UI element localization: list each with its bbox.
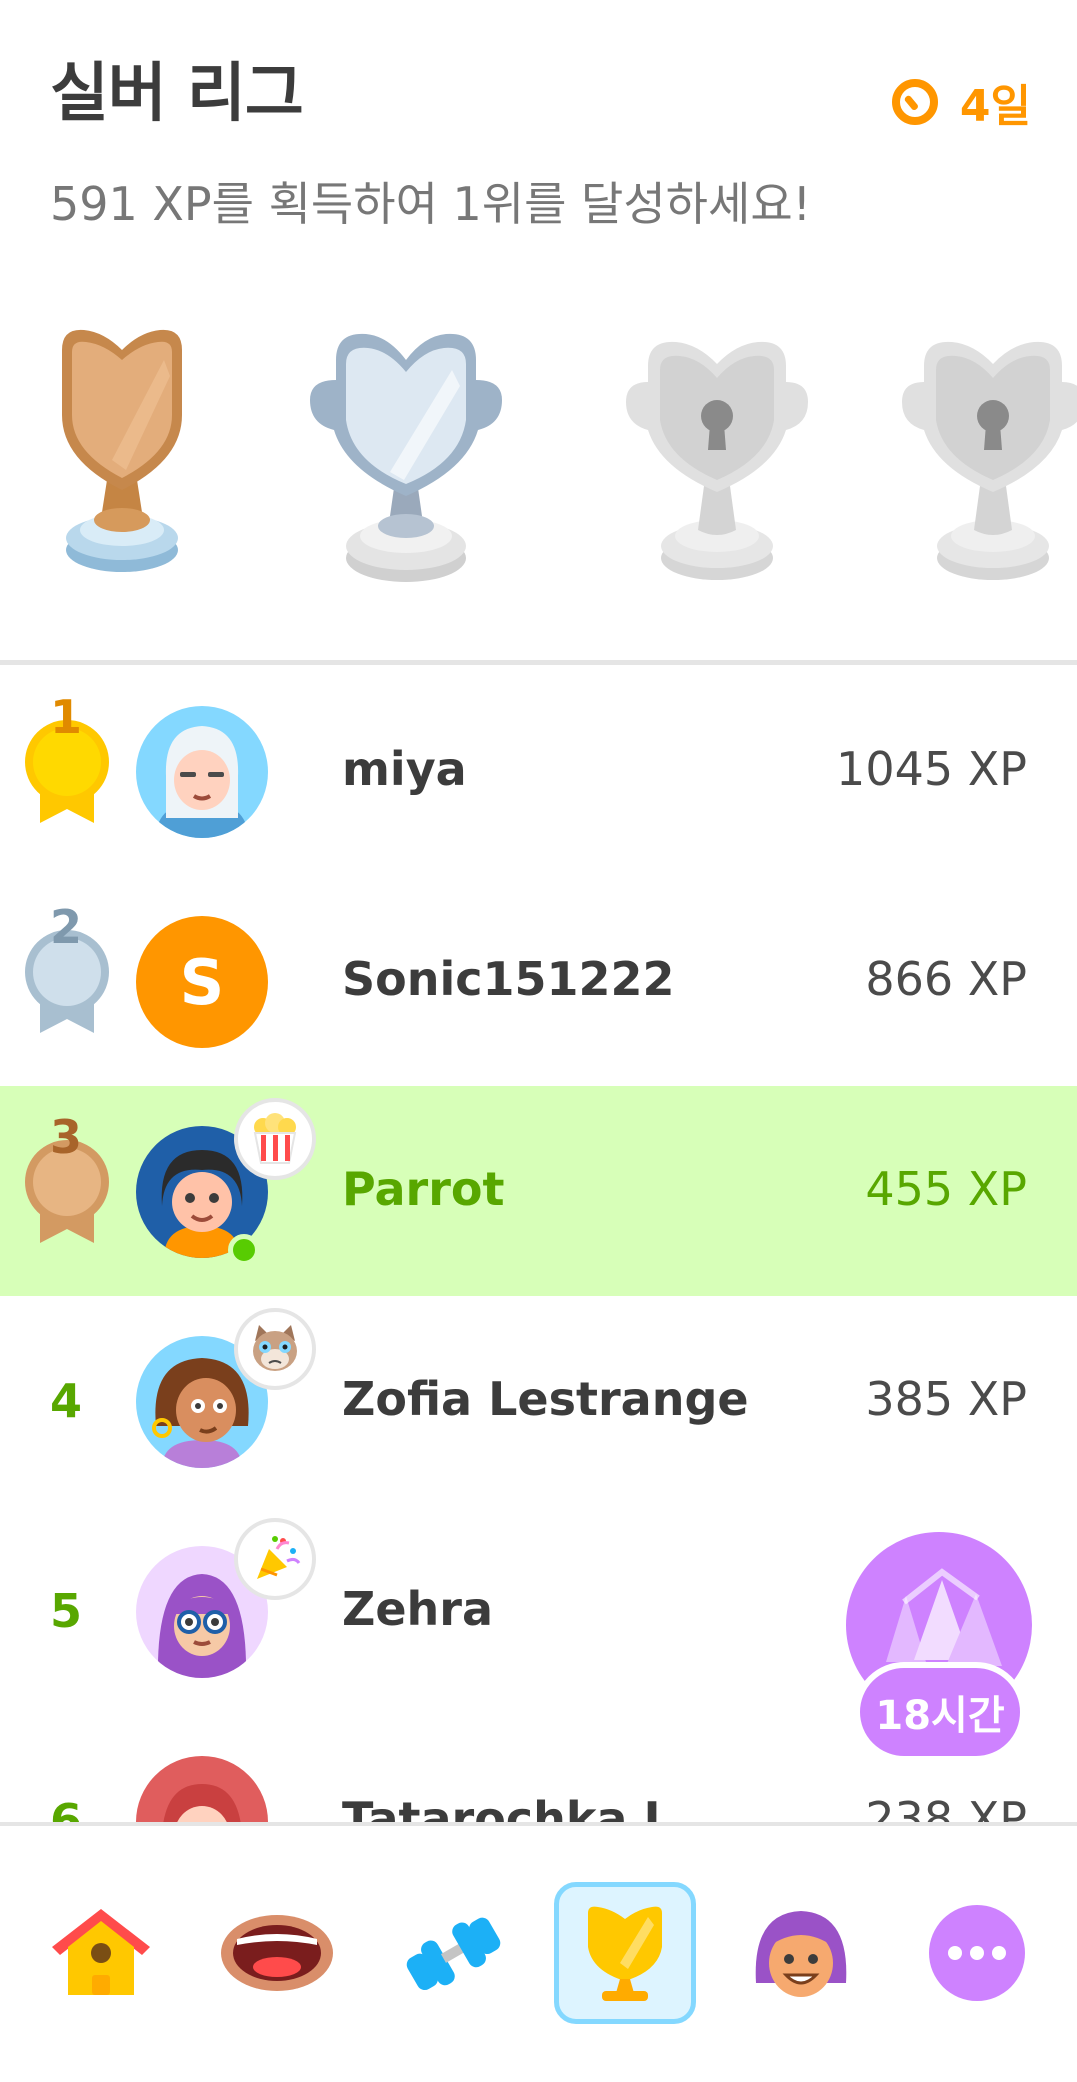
user-avatar-icon bbox=[136, 706, 268, 838]
locked-trophy-icon bbox=[626, 341, 808, 580]
nav-speaking-button[interactable] bbox=[206, 1882, 348, 2024]
rank-number: 6 bbox=[49, 1794, 82, 1822]
user-xp: 238 XP bbox=[865, 1792, 1027, 1822]
leaderboard-row-current-user[interactable]: 3 Parrot 455 XP bbox=[0, 1086, 1077, 1296]
user-xp: 866 XP bbox=[865, 952, 1027, 1006]
leaderboard-row[interactable]: 2 S Sonic151222 866 XP bbox=[0, 876, 1077, 1086]
rank-number: 5 bbox=[49, 1584, 82, 1638]
status-bubble bbox=[234, 1518, 316, 1600]
more-icon bbox=[929, 1905, 1025, 2001]
online-status-dot bbox=[228, 1234, 260, 1266]
bottom-navigation bbox=[0, 1826, 1077, 2082]
leaderboard-row[interactable]: 1 miya 1045 XP bbox=[0, 666, 1077, 876]
timer-icon bbox=[891, 79, 938, 125]
league-subtitle: 591 XP를 획득하여 1위를 달성하세요! bbox=[50, 177, 812, 231]
user-name: Tatarochka L bbox=[342, 1792, 673, 1822]
silver-trophy-icon[interactable] bbox=[306, 320, 506, 590]
timer-label: 4일 bbox=[959, 81, 1031, 132]
league-header: 실버 리그 4일 591 XP를 획득하여 1위를 달성하세요! bbox=[0, 0, 1077, 250]
rank-number: 4 bbox=[49, 1374, 82, 1428]
rank-number: 3 bbox=[49, 1110, 82, 1164]
avatar[interactable]: S bbox=[136, 916, 268, 1048]
nav-practice-button[interactable] bbox=[382, 1882, 524, 2024]
avatar[interactable] bbox=[136, 706, 268, 838]
user-xp: 1045 XP bbox=[836, 742, 1027, 796]
user-name: Zofia Lestrange bbox=[342, 1372, 749, 1426]
boost-timer-label: 18시간 bbox=[854, 1662, 1026, 1762]
user-xp: 385 XP bbox=[865, 1372, 1027, 1426]
league-title: 실버 리그 bbox=[50, 57, 304, 131]
rank-number: 2 bbox=[49, 900, 82, 954]
status-bubble bbox=[234, 1308, 316, 1390]
nav-leaderboard-button[interactable] bbox=[554, 1882, 696, 2024]
user-avatar-icon bbox=[136, 1756, 268, 1822]
user-name: Zehra bbox=[342, 1582, 494, 1636]
league-trophies bbox=[0, 300, 1077, 600]
bronze-trophy-icon[interactable] bbox=[52, 320, 192, 580]
user-xp: 455 XP bbox=[865, 1162, 1027, 1216]
avatar[interactable] bbox=[136, 1756, 268, 1822]
league-timer: 4일 bbox=[891, 70, 1031, 134]
practice-icon bbox=[406, 1917, 501, 1991]
user-name: miya bbox=[342, 742, 467, 796]
popcorn-icon bbox=[253, 1113, 297, 1164]
profile-icon bbox=[755, 1911, 847, 1997]
xp-boost-button[interactable]: 18시간 bbox=[846, 1532, 1032, 1768]
section-divider bbox=[0, 660, 1077, 665]
nav-home-button[interactable] bbox=[30, 1882, 172, 2024]
status-bubble bbox=[234, 1098, 316, 1180]
home-icon bbox=[52, 1909, 150, 1995]
leaderboard-row[interactable]: 4 Zofia Lestrange 385 XP bbox=[0, 1296, 1077, 1506]
user-name: Parrot bbox=[342, 1162, 505, 1216]
user-name: Sonic151222 bbox=[342, 952, 675, 1006]
nav-profile-button[interactable] bbox=[730, 1882, 872, 2024]
locked-trophy-icon bbox=[902, 341, 1077, 580]
nav-more-button[interactable] bbox=[906, 1882, 1048, 2024]
party-popper-icon bbox=[257, 1536, 301, 1579]
cat-icon bbox=[253, 1325, 297, 1371]
leaderboard-icon bbox=[588, 1906, 662, 2001]
speaking-icon bbox=[221, 1915, 333, 1991]
rank-number: 1 bbox=[49, 690, 82, 744]
